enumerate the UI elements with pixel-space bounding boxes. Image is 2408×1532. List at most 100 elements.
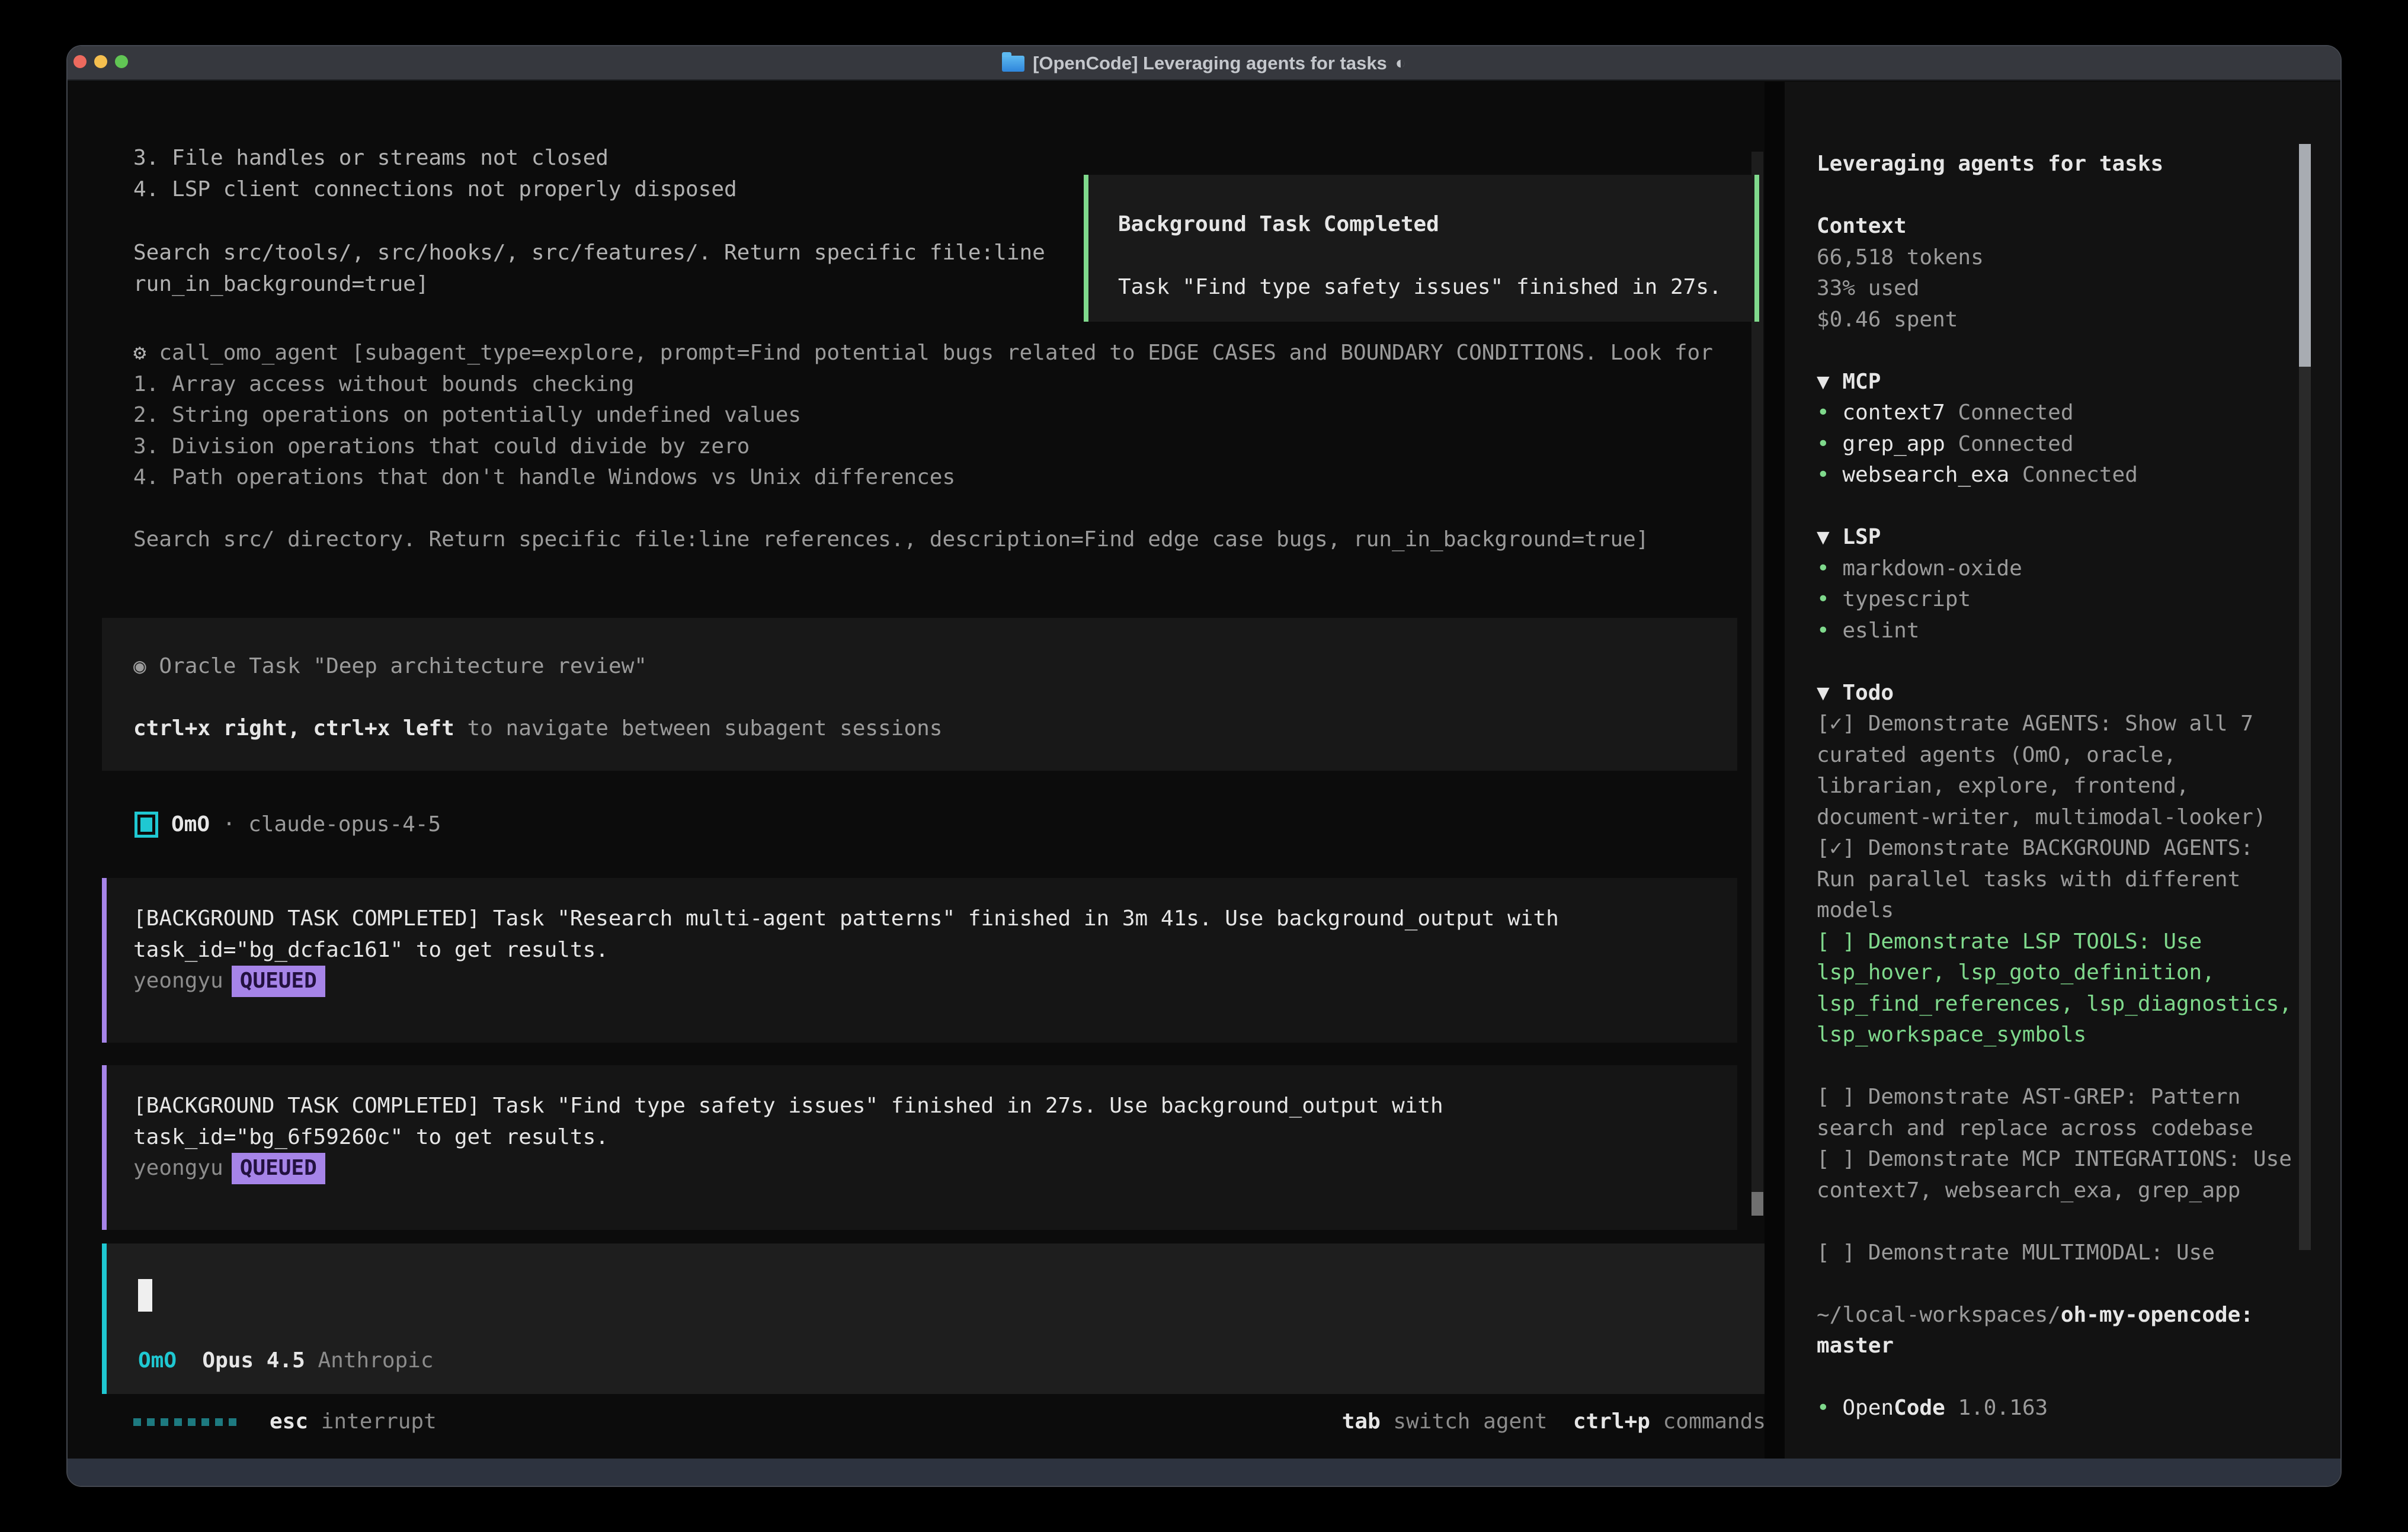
bullet-icon: • [1817,400,1830,425]
agent-square-icon [135,812,158,838]
todo-section-heading[interactable]: ▼ Todo [1817,678,2300,709]
pane-divider [1765,82,1785,1459]
todo-item-pending: [ ] Demonstrate AST-GREP: Pattern search… [1817,1082,2300,1144]
agent-session-header: OmO · claude-opus-4-5 [135,809,441,840]
bullet-icon: • [1817,556,1830,581]
tool-call-block: ⚙ call_omo_agent [subagent_type=explore,… [133,338,1713,556]
scrollback-line: 4. LSP client connections not properly d… [133,174,737,206]
window-bottom-strip [68,1459,2340,1486]
esc-key-label: interrupt [308,1406,437,1438]
message-line: [BACKGROUND TASK COMPLETED] Task "Resear… [133,903,1737,935]
sidebar-scrollbar-thumb[interactable] [2299,144,2311,367]
tab-key-hint: tab [1342,1409,1381,1434]
context-spent: $0.46 spent [1817,305,2300,336]
mcp-item: • context7 Connected [1817,398,2300,429]
window-title-text: [OpenCode] Leveraging agents for tasks [1033,53,1387,74]
status-bar-right: tab switch agent ctrl+p commands [1342,1406,1765,1438]
status-bar-left: esc interrupt [133,1406,437,1438]
app-window: [OpenCode] Leveraging agents for tasks ◐… [66,45,2342,1487]
message-meta: yeongyuQUEUED [133,966,1737,997]
transcript-scrollbar-thumb[interactable] [1751,1192,1763,1216]
mcp-status: Connected [1945,400,2074,425]
tool-call-item: 4. Path operations that don't handle Win… [133,462,1713,493]
message-line: task_id="bg_6f59260c" to get results. [133,1122,1737,1153]
app-version-line: • OpenCode 1.0.163 [1817,1393,2300,1424]
ctrlp-key-hint: ctrl+p [1573,1409,1650,1434]
input-agent-name: OmO [138,1348,177,1373]
agent-separator [210,809,223,841]
message-block: [BACKGROUND TASK COMPLETED] Task "Find t… [102,1065,1737,1230]
working-spinner-icon [133,1418,236,1426]
tool-call-head: ⚙ call_omo_agent [subagent_type=explore,… [133,338,1713,369]
folder-icon [1002,56,1024,72]
tool-call-item: 2. String operations on potentially unde… [133,400,1713,431]
message-line: [BACKGROUND TASK COMPLETED] Task "Find t… [133,1091,1737,1122]
mcp-item: • grep_app Connected [1817,429,2300,460]
background-task-toast[interactable]: Background Task Completed Task "Find typ… [1084,175,1759,322]
message-author: yeongyu [133,1156,223,1180]
context-heading: Context [1817,211,2300,242]
scrollback-line: run_in_background=true] [133,269,1045,300]
session-sidebar: Leveraging agents for tasks Context 66,5… [1785,82,2340,1459]
status-bar: esc interrupt tab switch agent ctrl+p co… [133,1406,1765,1437]
half-moon-icon: ◐ [1395,53,1406,73]
scrollback-line: Search src/tools/, src/hooks/, src/featu… [133,238,1045,269]
toast-title: Background Task Completed [1118,209,1754,241]
gear-icon: ⚙ [133,341,146,365]
agent-name: OmO [171,809,210,841]
fisheye-icon: ◉ [133,654,146,678]
workspace-path: ~/local-workspaces/oh-my-opencode: maste… [1817,1300,2300,1362]
lsp-name: eslint [1842,618,1919,643]
lsp-name: markdown-oxide [1842,556,2022,581]
todo-item-done: [✓] Demonstrate AGENTS: Show all 7 curat… [1817,709,2300,833]
mcp-name: websearch_exa [1842,463,2009,487]
scrollback-text: 3. File handles or streams not closed 4.… [133,143,737,205]
message-meta: yeongyu QUEUED [133,1153,1737,1184]
mcp-name: grep_app [1842,432,1945,456]
todo-item-active: [ ] Demonstrate LSP TOOLS: Use lsp_hover… [1817,927,2300,1051]
oracle-task-card[interactable]: ◉ Oracle Task "Deep architecture review"… [102,618,1737,771]
window-content: 3. File handles or streams not closed 4.… [68,82,2340,1459]
ctrlp-key-label: commands [1650,1409,1765,1434]
agent-separator-dot: · [223,809,236,841]
status-badge: QUEUED [232,1153,325,1184]
message-line: task_id="bg_dcfac161" to get results. [133,935,1737,966]
bullet-icon: • [1817,587,1830,611]
bullet-icon: • [1817,618,1830,643]
bullet-icon: • [1817,1396,1830,1420]
chat-transcript-pane: 3. File handles or streams not closed 4.… [68,82,1765,1459]
sidebar-scrollbar[interactable] [2299,144,2311,1250]
oracle-title-line: ◉ Oracle Task "Deep architecture review" [133,651,1737,682]
todo-item-done: [✓] Demonstrate BACKGROUND AGENTS: Run p… [1817,833,2300,927]
oracle-hint-keys: ctrl+x right, ctrl+x left [133,716,454,741]
input-provider: Anthropic [318,1348,433,1373]
oracle-hint-text: to navigate between subagent sessions [454,716,943,741]
agent-model-name: claude-opus-4-5 [248,809,441,841]
sidebar-content: Leveraging agents for tasks Context 66,5… [1817,149,2300,1424]
mcp-status: Connected [2009,463,2138,487]
tool-call-item: 1. Array access without bounds checking [133,369,1713,400]
input-meta-row: OmO Opus 4.5 Anthropic [138,1345,434,1377]
lsp-name: typescript [1842,587,1971,611]
toast-body: Task "Find type safety issues" finished … [1118,272,1754,303]
window-title: [OpenCode] Leveraging agents for tasks ◐ [68,46,2340,81]
prompt-input[interactable]: OmO Opus 4.5 Anthropic [102,1243,1765,1394]
bullet-icon: • [1817,432,1830,456]
context-tokens: 66,518 tokens [1817,242,2300,274]
scrollback-line: 3. File handles or streams not closed [133,143,737,174]
app-name-regular: Open [1842,1396,1894,1420]
mcp-status: Connected [1945,432,2074,456]
input-model: Opus 4.5 [202,1348,305,1373]
tool-call-footer: Search src/ directory. Return specific f… [133,524,1713,556]
status-badge: QUEUED [232,966,325,997]
bullet-icon: • [1817,463,1830,487]
app-version-number: 1.0.163 [1945,1396,2048,1420]
text-cursor [138,1279,152,1312]
mcp-item: • websearch_exa Connected [1817,460,2300,491]
mcp-name: context7 [1842,400,1945,425]
mcp-section-heading[interactable]: ▼ MCP [1817,367,2300,398]
lsp-section-heading[interactable]: ▼ LSP [1817,522,2300,553]
window-titlebar[interactable]: [OpenCode] Leveraging agents for tasks ◐ [68,46,2340,81]
esc-key-hint: esc [270,1406,308,1438]
lsp-item: • typescript [1817,584,2300,616]
